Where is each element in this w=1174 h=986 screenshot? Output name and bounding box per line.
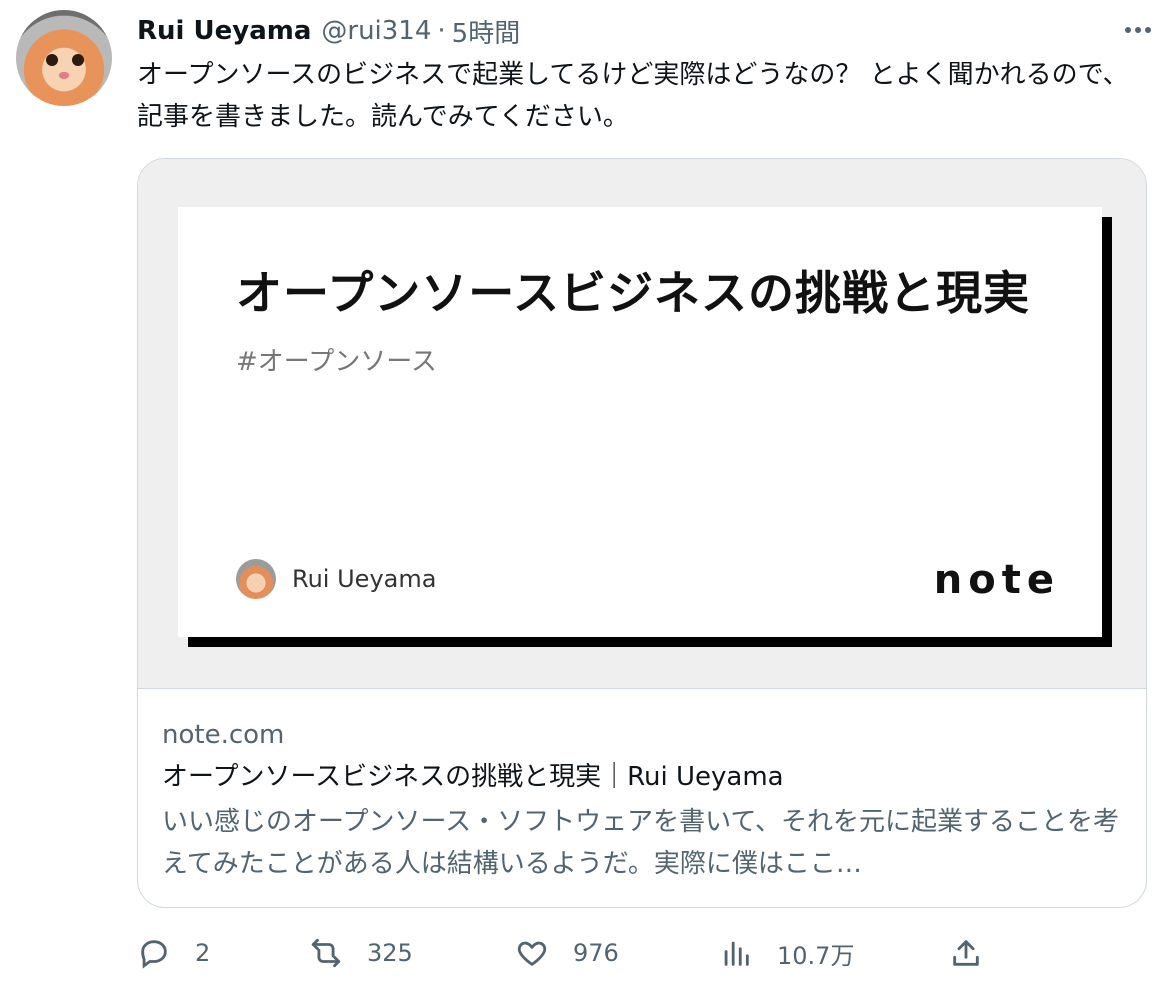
tweet-header: Rui Ueyama @rui314 · 5時間 <box>137 13 521 50</box>
retweet-icon <box>311 938 341 968</box>
note-image-title: オープンソースビジネスの挑戦と現実 <box>236 266 1030 320</box>
reply-count: 2 <box>195 939 211 967</box>
note-author-name: Rui Ueyama <box>292 565 437 593</box>
avatar-eye <box>46 54 58 66</box>
retweet-count: 325 <box>367 939 413 967</box>
like-button[interactable]: 976 <box>515 928 619 978</box>
tweet-time[interactable]: 5時間 <box>452 13 521 50</box>
tweet-text: オープンソースのビジネスで起業してるけど実際はどうなの？ とよく聞かれるので、記… <box>137 60 1129 132</box>
author-name[interactable]: Rui Ueyama <box>137 16 311 46</box>
action-bar: 2 325 976 10.7万 <box>137 928 1137 978</box>
card-domain: note.com <box>162 720 285 750</box>
card-title: オープンソースビジネスの挑戦と現実｜Rui Ueyama <box>162 762 784 792</box>
author-handle[interactable]: @rui314 <box>321 16 431 46</box>
share-button[interactable] <box>949 928 983 978</box>
more-icon[interactable] <box>1122 16 1154 44</box>
card-meta[interactable]: note.com オープンソースビジネスの挑戦と現実｜Rui Ueyama いい… <box>162 715 1126 885</box>
views-count: 10.7万 <box>777 941 855 970</box>
card-description: いい感じのオープンソース・ソフトウェアを書いて、それを元に起業することを考えてみ… <box>162 807 1120 879</box>
like-count: 976 <box>573 939 619 967</box>
views-icon <box>724 941 749 966</box>
note-image-panel: オープンソースビジネスの挑戦と現実 #オープンソース Rui Ueyama no… <box>178 207 1102 637</box>
note-image-author: Rui Ueyama <box>236 559 436 599</box>
retweet-button[interactable]: 325 <box>309 928 413 978</box>
share-icon <box>953 940 979 966</box>
author-avatar[interactable] <box>16 10 112 106</box>
views-button[interactable]: 10.7万 <box>719 928 854 978</box>
reply-button[interactable]: 2 <box>137 928 210 978</box>
avatar-eye <box>72 54 84 66</box>
avatar-nose <box>59 72 69 79</box>
note-image-tag: #オープンソース <box>236 347 437 377</box>
note-author-avatar <box>236 559 276 599</box>
like-icon <box>517 941 547 966</box>
link-card[interactable]: オープンソースビジネスの挑戦と現実 #オープンソース Rui Ueyama no… <box>137 158 1147 908</box>
reply-icon <box>141 940 167 969</box>
separator-dot: · <box>437 16 446 46</box>
card-image[interactable]: オープンソースビジネスの挑戦と現実 #オープンソース Rui Ueyama no… <box>138 159 1146 689</box>
note-logo: note <box>933 557 1060 603</box>
